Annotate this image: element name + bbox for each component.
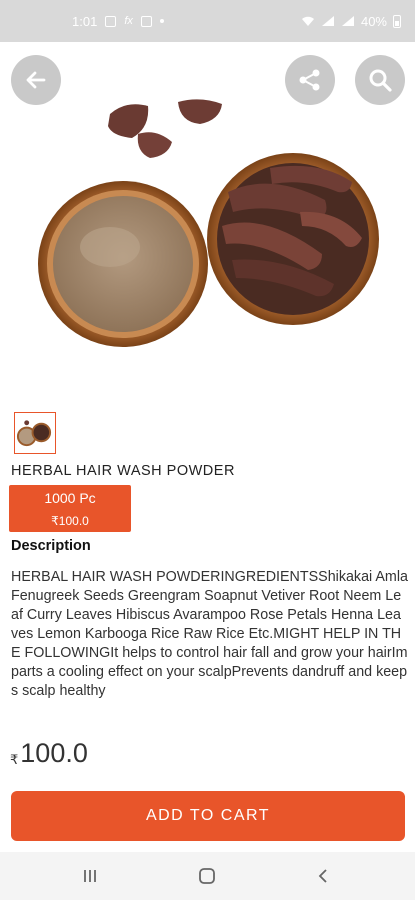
recent-apps-icon	[84, 870, 96, 882]
description-heading: Description	[11, 538, 91, 554]
wifi-icon	[301, 16, 314, 26]
home-button[interactable]	[187, 864, 227, 888]
variant-price: ₹100.0	[51, 514, 89, 528]
status-bar: 1:01 fx 40%	[0, 0, 415, 42]
fx-notification-icon: fx	[124, 15, 133, 27]
variant-option[interactable]: 1000 Pc ₹100.0	[9, 485, 131, 532]
battery-icon	[393, 14, 401, 28]
image-thumbnail[interactable]	[14, 412, 56, 454]
chevron-left-icon	[318, 869, 327, 883]
signal-icon	[321, 16, 334, 26]
variant-quantity: 1000 Pc	[44, 490, 96, 506]
battery-percent: 40%	[360, 13, 387, 29]
search-icon	[369, 69, 392, 92]
add-to-cart-button[interactable]: ADD TO CART	[11, 791, 405, 841]
currency-symbol: ₹	[10, 752, 19, 767]
share-icon	[299, 69, 320, 91]
description-fade	[0, 700, 415, 724]
back-button[interactable]	[11, 55, 61, 105]
description-text: HERBAL HAIR WASH POWDERINGREDIENTSShikak…	[11, 569, 408, 699]
signal-2-icon	[341, 16, 354, 26]
more-notifications-icon	[159, 19, 164, 23]
system-back-button[interactable]	[303, 864, 343, 888]
gallery-notification-icon	[105, 15, 117, 27]
recent-apps-button[interactable]	[70, 864, 110, 888]
system-nav-bar	[0, 852, 415, 900]
product-price: ₹100.0	[10, 738, 88, 769]
status-time: 1:01	[72, 13, 98, 29]
home-icon	[199, 868, 215, 884]
share-button[interactable]	[285, 55, 335, 105]
price-value: 100.0	[20, 738, 88, 768]
mail-notification-icon	[140, 15, 152, 27]
search-button[interactable]	[355, 55, 405, 105]
product-title: HERBAL HAIR WASH POWDER	[11, 463, 235, 479]
product-illustration	[38, 99, 379, 347]
product-image	[0, 42, 415, 392]
arrow-left-icon	[26, 71, 46, 89]
thumbnail-image	[16, 420, 52, 447]
